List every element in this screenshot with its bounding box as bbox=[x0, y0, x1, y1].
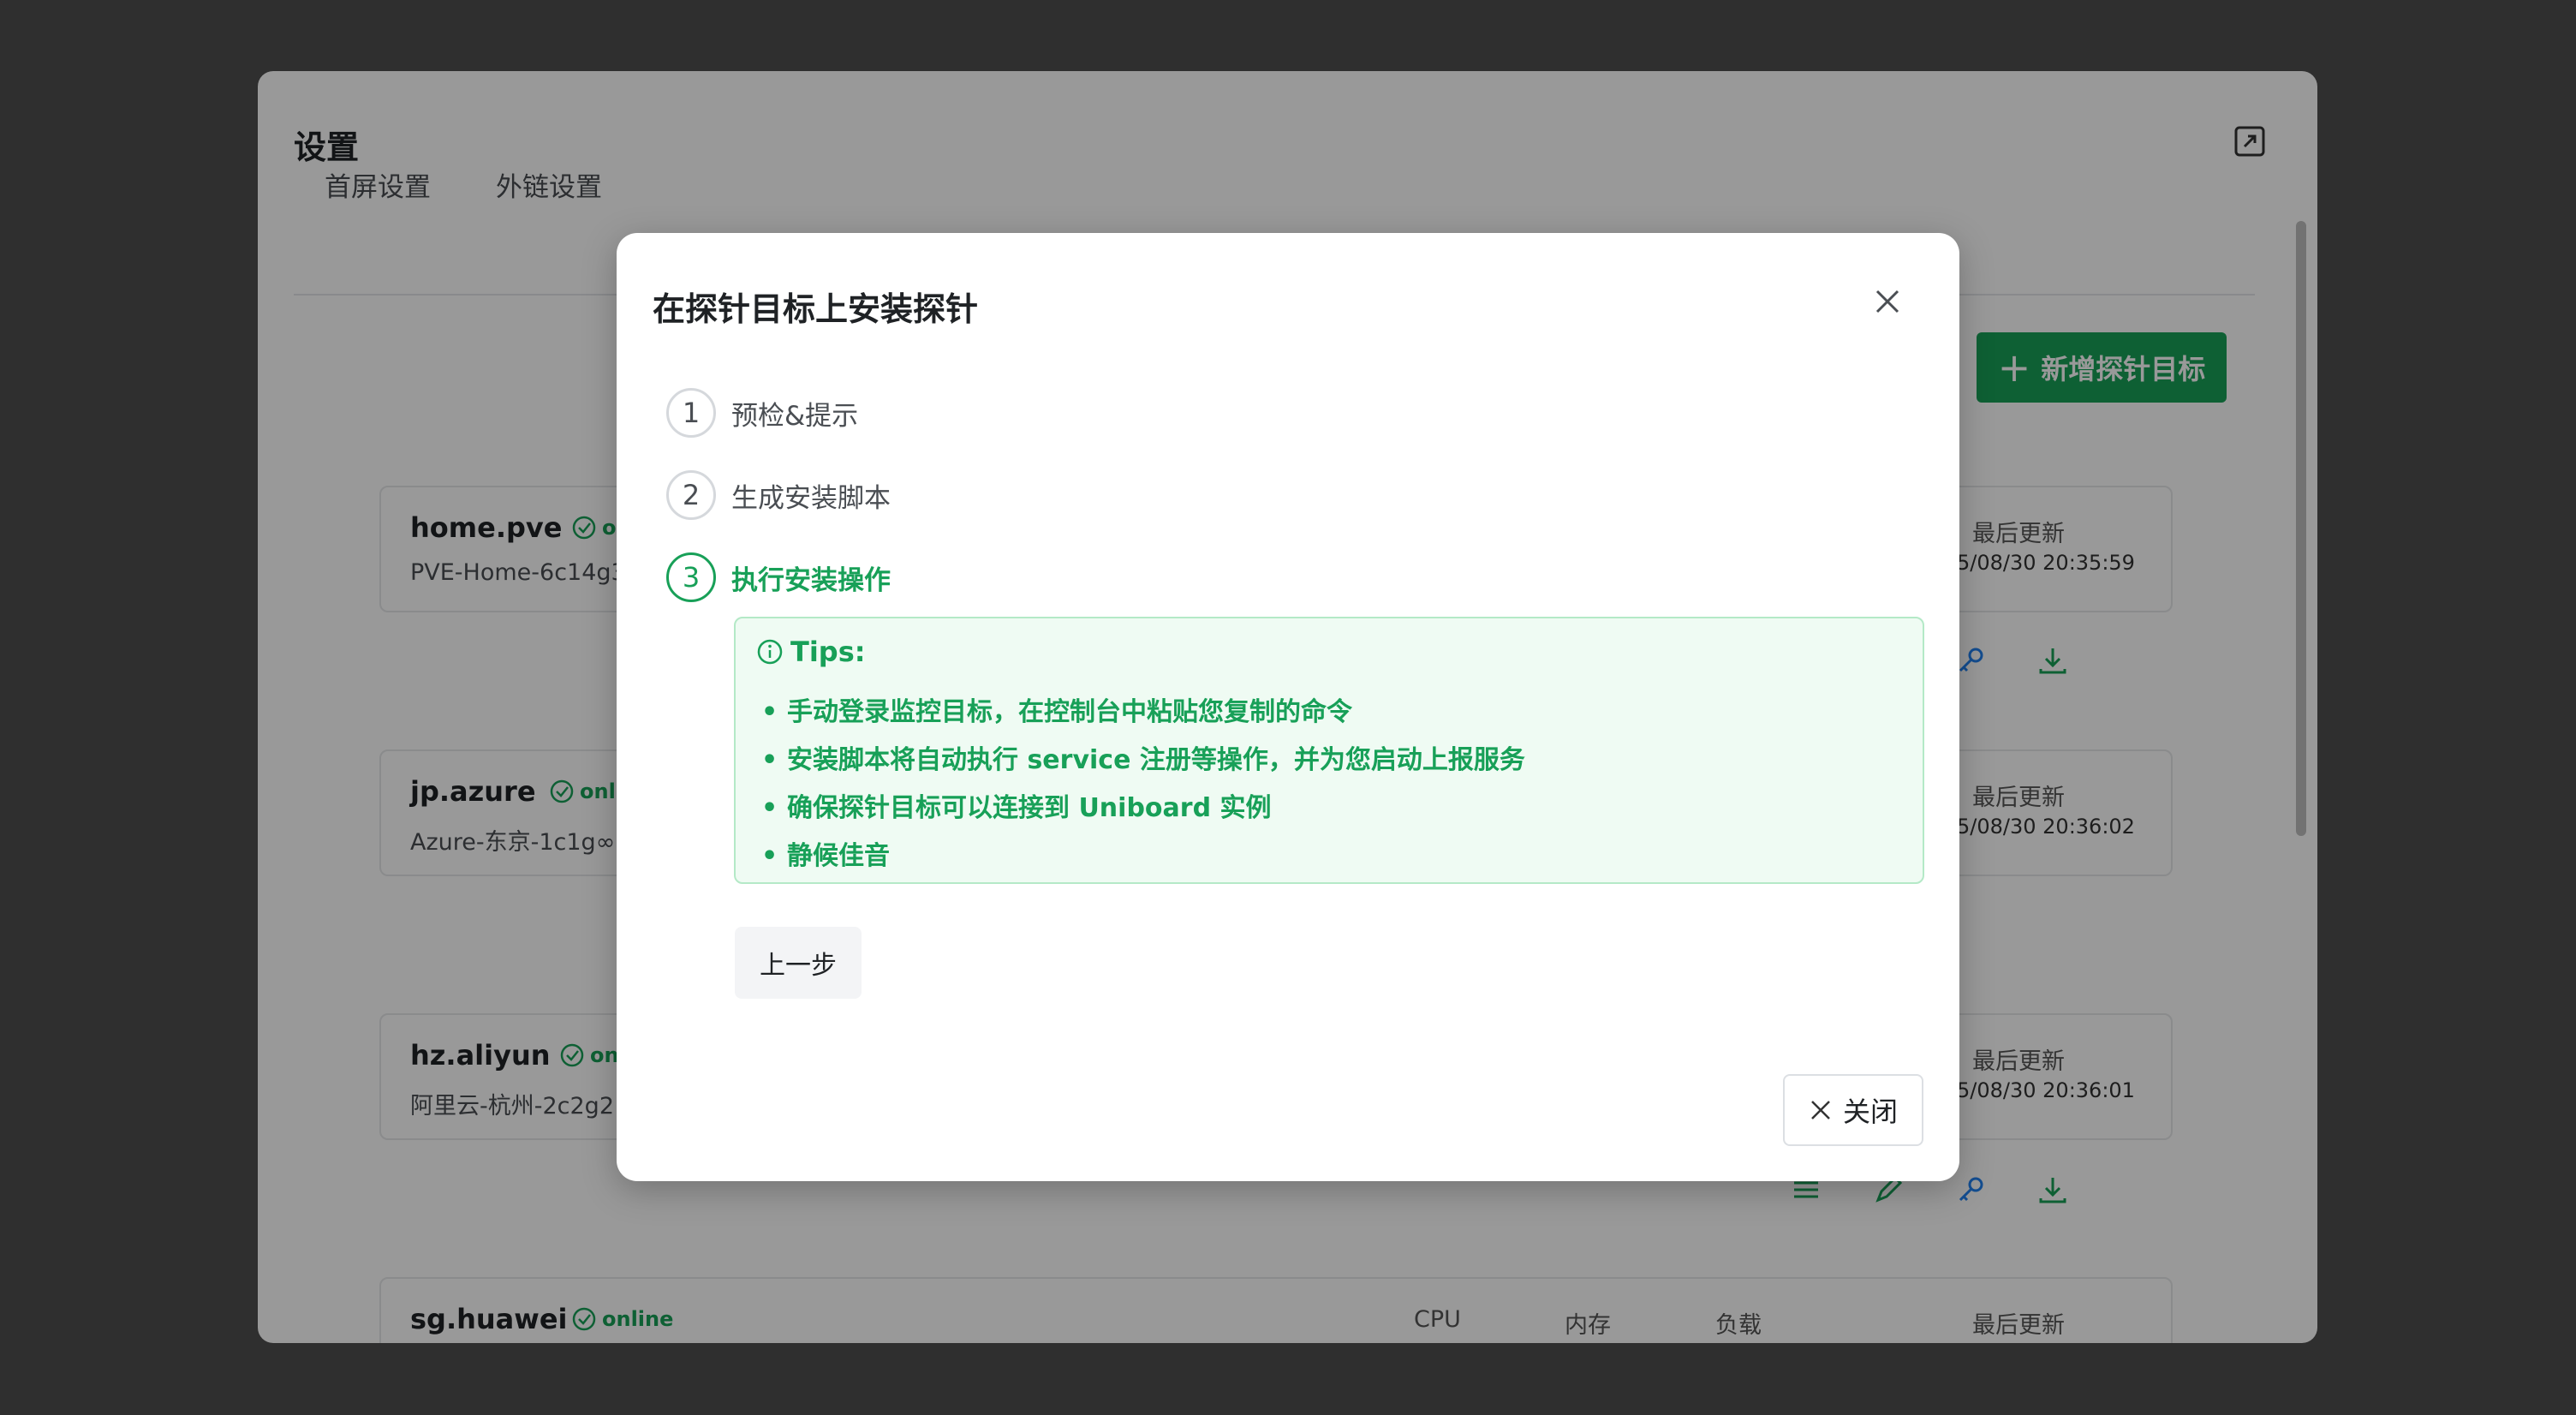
tip-item: 确保探针目标可以连接到 Uniboard 实例 bbox=[761, 785, 1525, 833]
close-label: 关闭 bbox=[1842, 1096, 1898, 1128]
close-icon[interactable] bbox=[1872, 286, 1903, 317]
step-number: 2 bbox=[666, 470, 716, 520]
step-2: 2 生成安装脚本 bbox=[666, 468, 891, 522]
tips-list: 手动登录监控目标，在控制台中粘贴您复制的命令 安装脚本将自动执行 service… bbox=[761, 689, 1525, 881]
tips-header: Tips: bbox=[756, 636, 866, 668]
close-icon bbox=[1811, 1101, 1830, 1119]
step-3: 3 执行安装操作 bbox=[666, 550, 891, 605]
tip-item: 静候佳音 bbox=[761, 833, 1525, 881]
step-label: 生成安装脚本 bbox=[731, 482, 891, 514]
step-number: 3 bbox=[666, 552, 716, 602]
tip-item: 手动登录监控目标，在控制台中粘贴您复制的命令 bbox=[761, 689, 1525, 737]
tips-box: Tips: 手动登录监控目标，在控制台中粘贴您复制的命令 安装脚本将自动执行 s… bbox=[734, 617, 1924, 884]
tip-item: 安装脚本将自动执行 service 注册等操作，并为您启动上报服务 bbox=[761, 737, 1525, 785]
info-icon bbox=[757, 639, 783, 665]
step-label: 执行安装操作 bbox=[731, 564, 891, 596]
step-1: 1 预检&提示 bbox=[666, 385, 858, 440]
step-label: 预检&提示 bbox=[731, 400, 859, 432]
modal-title: 在探针目标上安装探针 bbox=[653, 290, 979, 328]
install-probe-modal: 在探针目标上安装探针 1 预检&提示 2 生成安装脚本 3 执行安装操作 Tip… bbox=[617, 233, 1959, 1181]
close-button[interactable]: 关闭 bbox=[1783, 1074, 1923, 1146]
step-number: 1 bbox=[666, 388, 716, 438]
tips-title: Tips: bbox=[790, 636, 866, 668]
previous-step-button[interactable]: 上一步 bbox=[735, 927, 862, 999]
